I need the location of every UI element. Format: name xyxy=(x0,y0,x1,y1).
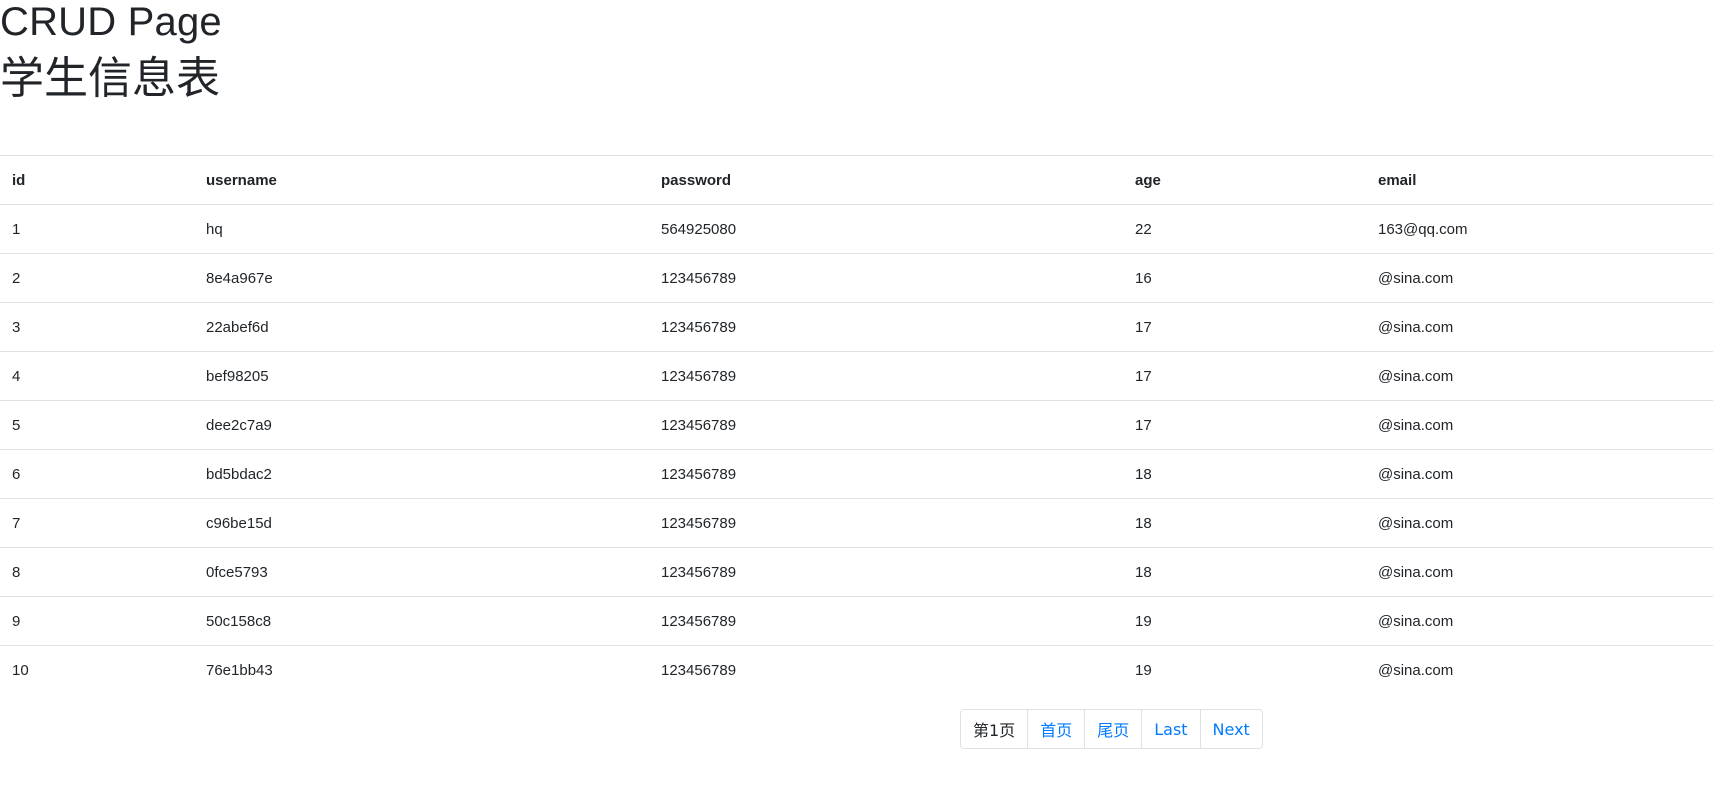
cell-email: @sina.com xyxy=(1366,400,1713,450)
cell-id: 10 xyxy=(0,645,194,694)
cell-email: @sina.com xyxy=(1366,449,1713,499)
table-header-row: id username password age email xyxy=(0,155,1713,205)
table-subtitle: 学生信息表 xyxy=(0,53,220,104)
column-header-email: email xyxy=(1366,155,1713,205)
cell-password: 123456789 xyxy=(649,498,1123,548)
table-row: 9 50c158c8 123456789 19 @sina.com xyxy=(0,596,1713,646)
cell-id: 3 xyxy=(0,302,194,352)
cell-email: @sina.com xyxy=(1366,498,1713,548)
cell-password: 123456789 xyxy=(649,400,1123,450)
cell-username: 0fce5793 xyxy=(194,547,649,597)
cell-username: 22abef6d xyxy=(194,302,649,352)
cell-email: @sina.com xyxy=(1366,547,1713,597)
page-title: CRUD Page xyxy=(0,0,222,44)
cell-username: 8e4a967e xyxy=(194,253,649,303)
cell-username: bd5bdac2 xyxy=(194,449,649,499)
cell-age: 17 xyxy=(1123,351,1366,401)
cell-password: 123456789 xyxy=(649,351,1123,401)
last-page-link[interactable]: 尾页 xyxy=(1084,710,1142,748)
table-row: 7 c96be15d 123456789 18 @sina.com xyxy=(0,498,1713,548)
cell-age: 17 xyxy=(1123,302,1366,352)
cell-email: @sina.com xyxy=(1366,645,1713,694)
cell-password: 123456789 xyxy=(649,547,1123,597)
next-page-link[interactable]: Next xyxy=(1199,710,1262,748)
page: CRUD Page 学生信息表 id username password age… xyxy=(0,0,1713,812)
table-row: 10 76e1bb43 123456789 19 @sina.com xyxy=(0,645,1713,694)
first-page-link[interactable]: 首页 xyxy=(1027,710,1085,748)
cell-age: 18 xyxy=(1123,498,1366,548)
cell-username: hq xyxy=(194,204,649,254)
cell-password: 123456789 xyxy=(649,645,1123,694)
cell-id: 1 xyxy=(0,204,194,254)
pagination: 第1页 首页 尾页 Last Next xyxy=(960,709,1263,749)
cell-id: 9 xyxy=(0,596,194,646)
cell-username: bef98205 xyxy=(194,351,649,401)
column-header-password: password xyxy=(649,155,1123,205)
table-body: 1 hq 564925080 22 163@qq.com 2 8e4a967e … xyxy=(0,204,1713,694)
table-row: 8 0fce5793 123456789 18 @sina.com xyxy=(0,547,1713,597)
cell-id: 7 xyxy=(0,498,194,548)
cell-age: 18 xyxy=(1123,449,1366,499)
table-row: 6 bd5bdac2 123456789 18 @sina.com xyxy=(0,449,1713,499)
cell-email: @sina.com xyxy=(1366,351,1713,401)
cell-password: 123456789 xyxy=(649,253,1123,303)
cell-age: 19 xyxy=(1123,596,1366,646)
cell-password: 564925080 xyxy=(649,204,1123,254)
cell-age: 18 xyxy=(1123,547,1366,597)
current-page-indicator: 第1页 xyxy=(961,710,1028,748)
cell-email: @sina.com xyxy=(1366,253,1713,303)
table-row: 4 bef98205 123456789 17 @sina.com xyxy=(0,351,1713,401)
cell-password: 123456789 xyxy=(649,596,1123,646)
cell-username: 50c158c8 xyxy=(194,596,649,646)
cell-id: 4 xyxy=(0,351,194,401)
cell-age: 16 xyxy=(1123,253,1366,303)
cell-email: 163@qq.com xyxy=(1366,204,1713,254)
column-header-id: id xyxy=(0,155,194,205)
cell-id: 5 xyxy=(0,400,194,450)
cell-username: 76e1bb43 xyxy=(194,645,649,694)
column-header-age: age xyxy=(1123,155,1366,205)
column-header-username: username xyxy=(194,155,649,205)
table-row: 3 22abef6d 123456789 17 @sina.com xyxy=(0,302,1713,352)
table-header: id username password age email xyxy=(0,155,1713,205)
cell-password: 123456789 xyxy=(649,449,1123,499)
table-row: 2 8e4a967e 123456789 16 @sina.com xyxy=(0,253,1713,303)
cell-username: dee2c7a9 xyxy=(194,400,649,450)
cell-age: 17 xyxy=(1123,400,1366,450)
cell-password: 123456789 xyxy=(649,302,1123,352)
cell-username: c96be15d xyxy=(194,498,649,548)
table-row: 1 hq 564925080 22 163@qq.com xyxy=(0,204,1713,254)
cell-age: 19 xyxy=(1123,645,1366,694)
table-row: 5 dee2c7a9 123456789 17 @sina.com xyxy=(0,400,1713,450)
cell-email: @sina.com xyxy=(1366,302,1713,352)
cell-id: 6 xyxy=(0,449,194,499)
cell-email: @sina.com xyxy=(1366,596,1713,646)
cell-age: 22 xyxy=(1123,204,1366,254)
previous-page-link[interactable]: Last xyxy=(1141,710,1200,748)
cell-id: 2 xyxy=(0,253,194,303)
student-table: id username password age email 1 hq 5649… xyxy=(0,155,1713,694)
student-table-container: id username password age email 1 hq 5649… xyxy=(0,155,1713,694)
cell-id: 8 xyxy=(0,547,194,597)
